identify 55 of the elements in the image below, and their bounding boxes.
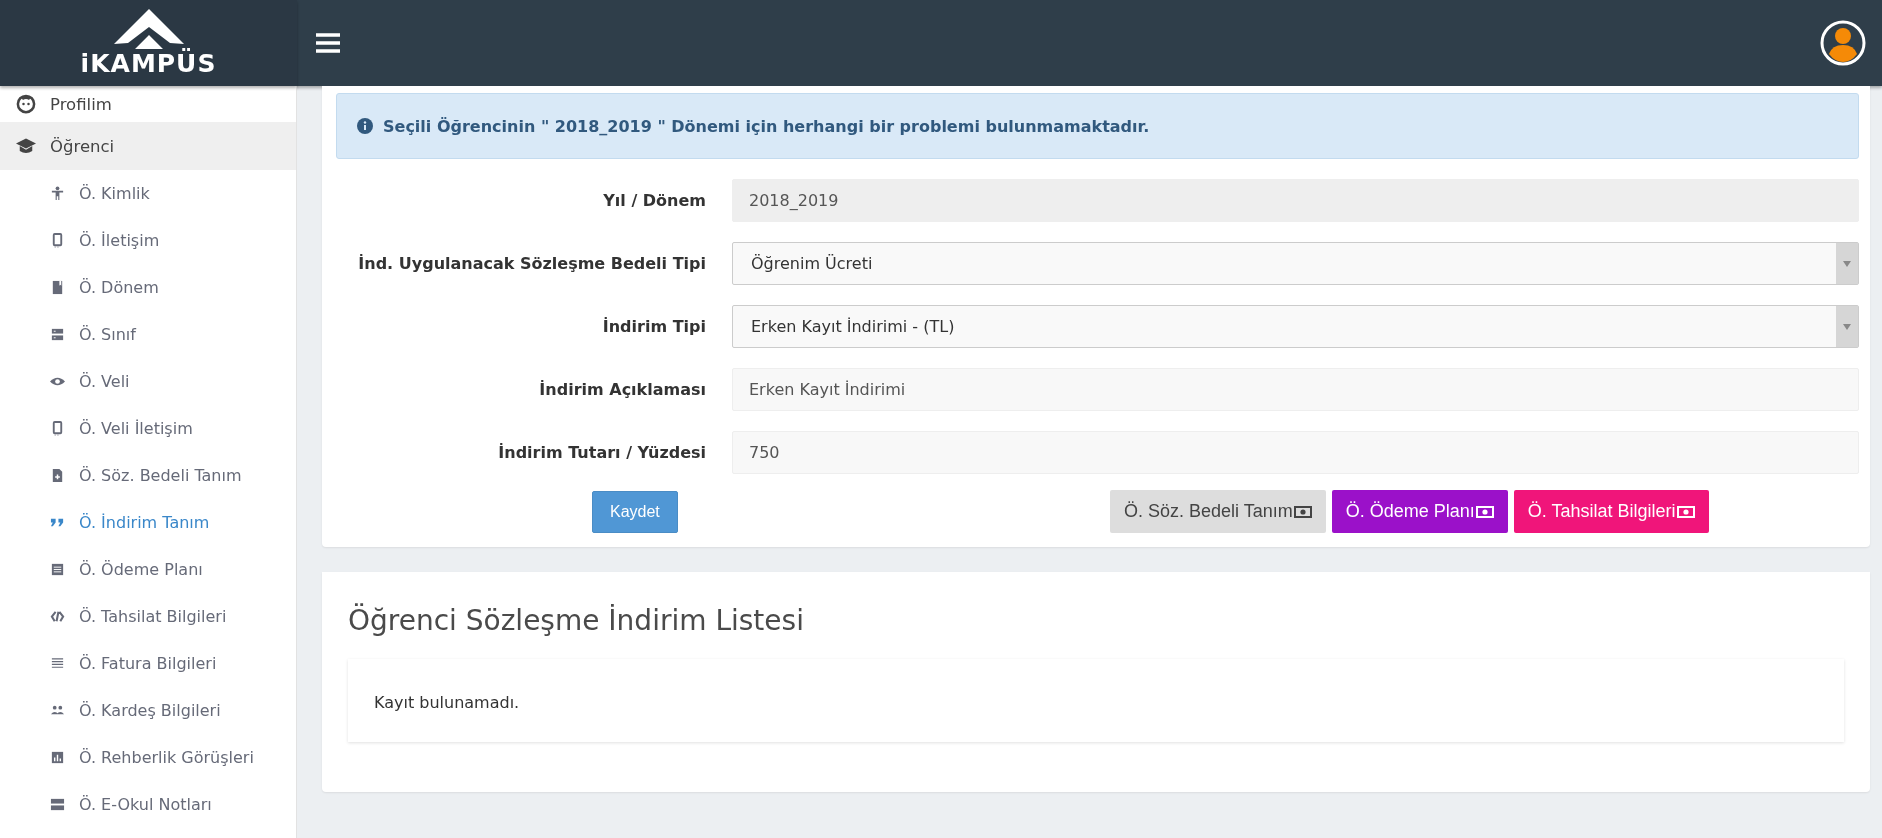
list-title: Öğrenci Sözleşme İndirim Listesi xyxy=(348,604,805,637)
nav-button[interactable]: Ö. Ödeme Planı xyxy=(1331,490,1508,533)
bar-chart-icon xyxy=(50,750,65,765)
empty-message: Kayıt bulunamadı. xyxy=(348,659,1844,742)
alert-text: Seçili Öğrencinin " 2018_2019 " Dönemi için herhangi bir problemi bulunmamaktadır. xyxy=(383,116,1150,136)
sidebar-subitem[interactable]: Ö. Fatura Bilgileri xyxy=(0,640,296,687)
banknote-icon xyxy=(1475,505,1494,518)
face-icon xyxy=(16,94,36,114)
list-icon xyxy=(50,562,65,577)
caret-icon xyxy=(1843,323,1851,330)
lines-icon xyxy=(50,656,65,671)
user-avatar-icon xyxy=(1820,20,1866,66)
sidebar-subitem[interactable]: Ö. Veli İletişim xyxy=(0,405,296,452)
caret-icon xyxy=(1843,260,1851,267)
field-label: İndirim Tipi xyxy=(602,317,706,336)
field-label: İndirim Açıklaması xyxy=(539,380,706,399)
user-avatar-button[interactable] xyxy=(1820,20,1866,66)
sidebar-subitem[interactable]: Ö. E-Okul Notları xyxy=(0,781,296,828)
panel-icon xyxy=(50,797,65,812)
info-icon xyxy=(357,118,373,134)
sidebar-subitem[interactable]: Ö. Tahsilat Bilgileri xyxy=(0,593,296,640)
sidebar-subitem[interactable]: Ö. Veli xyxy=(0,358,296,405)
sidebar-subitem[interactable]: Ö. İletişim xyxy=(0,217,296,264)
person-icon xyxy=(50,186,65,201)
sidebar-subitem[interactable]: Ö. Rehberlik Görüşleri xyxy=(0,734,296,781)
select-field[interactable]: Erken Kayıt İndirimi - (TL) xyxy=(732,305,1859,348)
sidebar-item[interactable]: Profilim xyxy=(0,86,296,122)
field-label: Yıl / Dönem xyxy=(603,191,706,210)
sidebar-subitem[interactable]: Ö. Sınıf xyxy=(0,311,296,358)
sidebar-subitem[interactable]: Ö. Kimlik xyxy=(0,170,296,217)
banknote-icon xyxy=(1293,505,1312,518)
sidebar-subitem[interactable]: Ö. Dönem xyxy=(0,264,296,311)
input-field[interactable]: Erken Kayıt İndirimi xyxy=(732,368,1859,411)
input-field[interactable]: 750 xyxy=(732,431,1859,474)
book-icon xyxy=(50,280,65,295)
field-label: İnd. Uygulanacak Sözleşme Bedeli Tipi xyxy=(358,254,706,273)
sidebar-subitem[interactable]: Ö. Kardeş Bilgileri xyxy=(0,687,296,734)
sidebar-item[interactable]: Öğrenci xyxy=(0,122,296,170)
server-icon xyxy=(50,327,65,342)
sidebar-subitem[interactable]: Ö. Söz. Bedeli Tanım xyxy=(0,452,296,499)
menu-button[interactable] xyxy=(316,33,340,53)
save-button[interactable]: Kaydet xyxy=(592,490,678,533)
sidebar-subitem[interactable]: Ö. İndirim Tanım xyxy=(0,499,296,546)
field-label: İndirim Tutarı / Yüzdesi xyxy=(498,443,706,462)
phone-icon xyxy=(50,421,65,436)
banknote-icon xyxy=(1676,505,1695,518)
nav-button[interactable]: Ö. Söz. Bedeli Tanım xyxy=(1110,490,1326,533)
select-field[interactable]: Öğrenim Ücreti xyxy=(732,242,1859,285)
nav-button[interactable]: Ö. Tahsilat Bilgileri xyxy=(1513,490,1709,533)
readonly-field: 2018_2019 xyxy=(732,179,1859,222)
sidebar-subitem[interactable]: Ö. Ödeme Planı xyxy=(0,546,296,593)
file-plus-icon xyxy=(50,468,65,483)
graduation-cap-icon xyxy=(16,136,36,156)
menu-icon xyxy=(316,33,340,53)
phone-icon xyxy=(50,233,65,248)
